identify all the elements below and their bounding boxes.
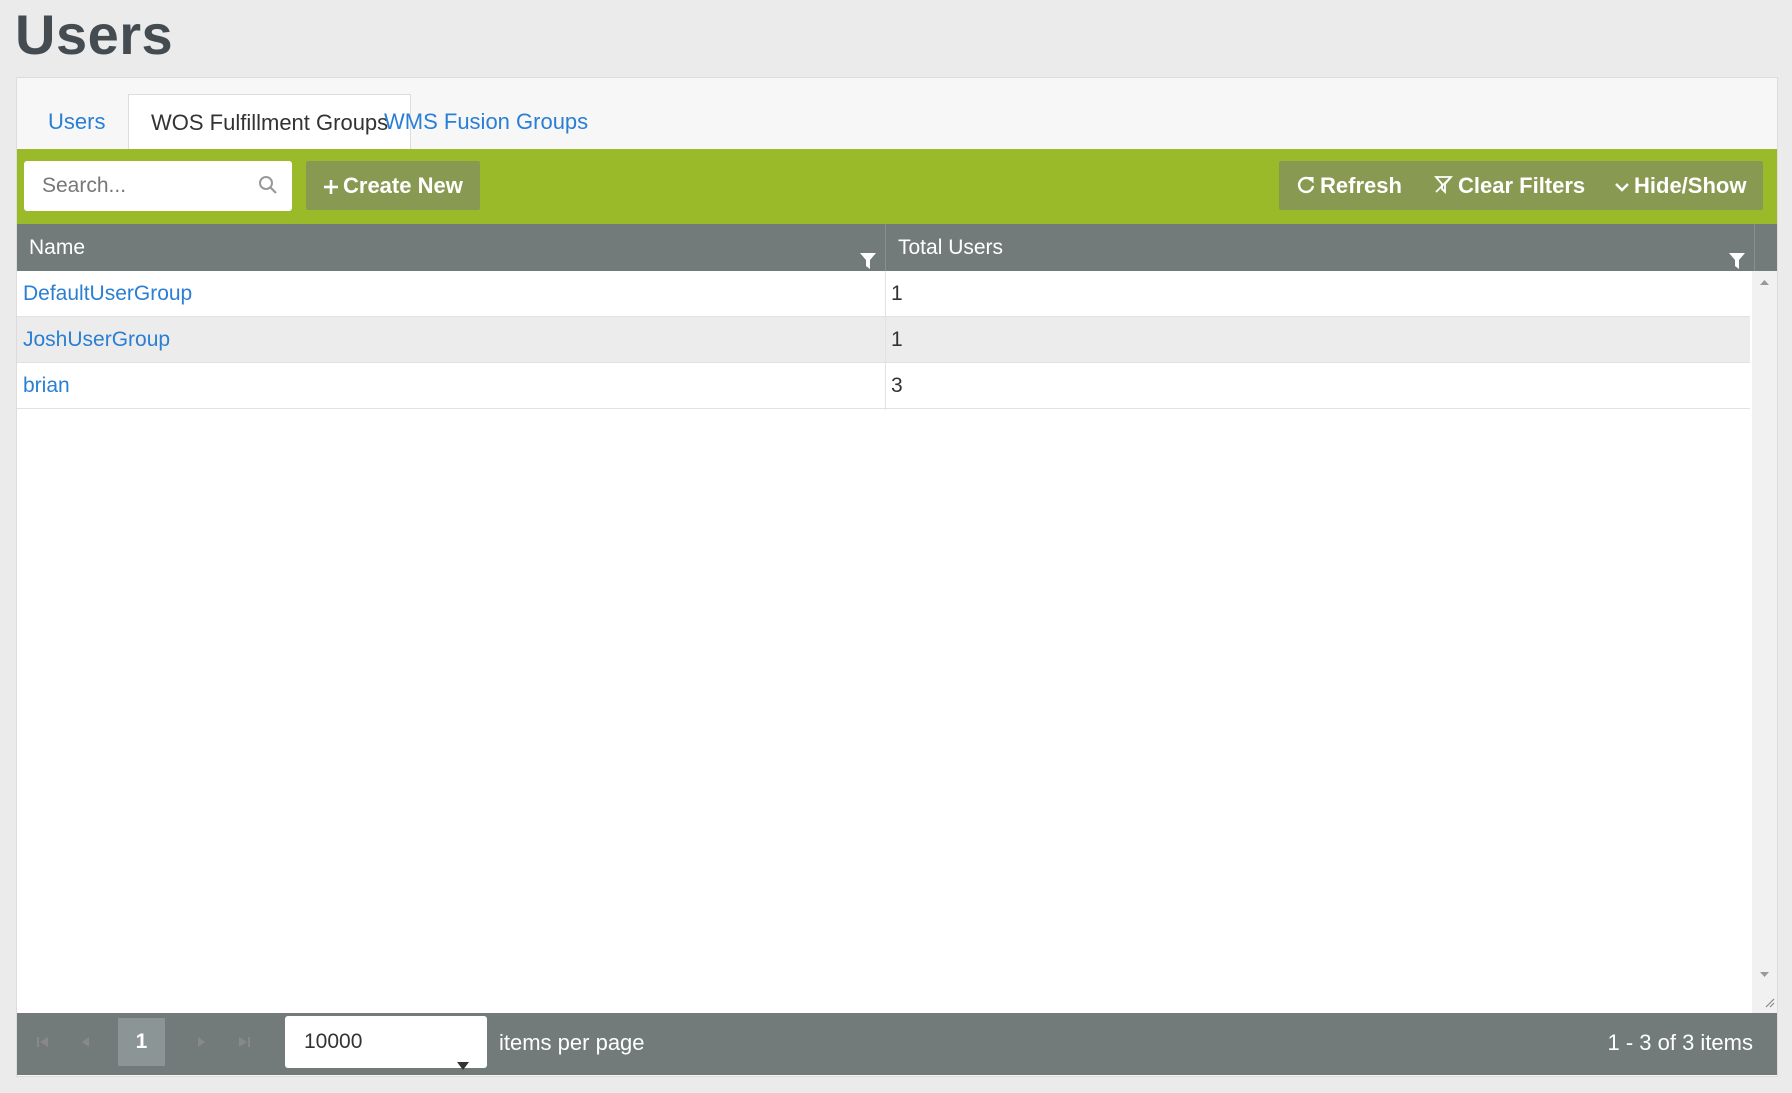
refresh-button[interactable]: Refresh — [1279, 161, 1419, 210]
last-page-icon[interactable] — [237, 1035, 251, 1054]
hide-show-label: Hide/Show — [1634, 173, 1747, 198]
search-box — [24, 161, 292, 211]
scroll-up-arrow-icon — [1760, 280, 1769, 285]
total-users-cell: 1 — [891, 328, 903, 351]
total-users-cell: 1 — [891, 282, 903, 305]
vertical-scrollbar[interactable] — [1752, 271, 1777, 1013]
groups-panel: Users WOS Fulfillment Groups WMS Fusion … — [16, 77, 1778, 1077]
dropdown-caret-icon — [457, 1038, 469, 1090]
create-new-button[interactable]: Create New — [306, 161, 480, 210]
grid-toolbar: Create New Refresh Clear Filters Hide/Sh… — [17, 149, 1777, 224]
refresh-label: Refresh — [1320, 173, 1402, 198]
prev-page-icon[interactable] — [79, 1035, 93, 1054]
grid-header: Name Total Users — [17, 224, 1777, 271]
clear-filters-label: Clear Filters — [1458, 173, 1586, 198]
grid-body: DefaultUserGroup 1 JoshUserGroup 1 brian… — [17, 271, 1777, 1013]
group-name-link[interactable]: DefaultUserGroup — [17, 271, 192, 317]
scroll-down-arrow-icon — [1760, 972, 1769, 977]
table-row[interactable]: JoshUserGroup 1 — [17, 317, 1750, 363]
group-name-link[interactable]: brian — [17, 363, 70, 409]
resize-grip-icon — [1765, 998, 1775, 1008]
column-header-total-users[interactable]: Total Users — [886, 224, 1755, 271]
clear-filters-button[interactable]: Clear Filters — [1417, 161, 1603, 212]
first-page-icon[interactable] — [36, 1035, 50, 1054]
hide-show-button[interactable]: Hide/Show — [1597, 161, 1764, 212]
pager-info: 1 - 3 of 3 items — [1607, 1030, 1753, 1055]
search-icon[interactable] — [258, 175, 278, 200]
table-row[interactable]: DefaultUserGroup 1 — [17, 271, 1750, 317]
group-name-link[interactable]: JoshUserGroup — [17, 317, 170, 363]
total-users-cell: 3 — [891, 374, 903, 397]
current-page-button[interactable]: 1 — [118, 1018, 165, 1066]
refresh-icon — [1296, 163, 1316, 212]
column-header-total-users-label: Total Users — [898, 236, 1004, 259]
tab-strip: Users WOS Fulfillment Groups WMS Fusion … — [17, 78, 1777, 149]
pager: 1 10000 items per page 1 - 3 of 3 items — [17, 1013, 1777, 1075]
clear-filter-icon — [1434, 163, 1454, 212]
page-title: Users — [15, 3, 174, 66]
table-row[interactable]: brian 3 — [17, 363, 1750, 409]
search-input[interactable] — [24, 161, 244, 211]
column-header-name[interactable]: Name — [17, 224, 886, 271]
tab-users[interactable]: Users — [26, 94, 127, 149]
page-size-select[interactable]: 10000 — [285, 1016, 487, 1070]
create-new-label: Create New — [343, 173, 463, 198]
next-page-icon[interactable] — [194, 1035, 208, 1054]
chevron-down-icon — [1614, 163, 1630, 212]
items-per-page-label: items per page — [499, 1030, 645, 1055]
column-header-name-label: Name — [29, 236, 86, 259]
column-divider — [885, 271, 886, 410]
tab-wms-fusion-groups[interactable]: WMS Fusion Groups — [362, 94, 610, 149]
plus-icon — [323, 163, 339, 212]
page-size-value: 10000 — [304, 1030, 363, 1053]
